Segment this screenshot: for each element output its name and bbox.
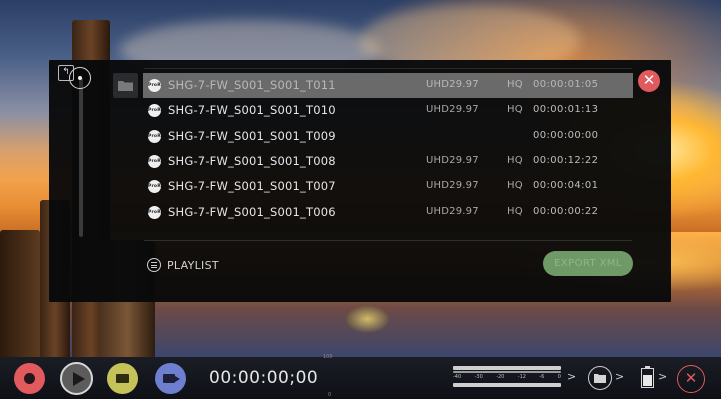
clip-name: SHG-7-FW_S001_S001_T007 <box>168 179 336 194</box>
chevron-right-icon: > <box>567 370 577 383</box>
folder-icon <box>118 81 133 91</box>
timecode-tick: 0 <box>328 392 332 398</box>
timecode-display[interactable]: 00:00:00;00 <box>209 368 318 388</box>
playlist-label: PLAYLIST <box>167 258 219 272</box>
clip-duration: 00:00:04:01 <box>533 180 599 192</box>
clip-format: UHD29.97 <box>426 180 479 192</box>
clip-row[interactable]: ProRes SHG-7-FW_S001_S001_T007 UHD29.97 HQ 0… <box>143 174 633 199</box>
meter-tick-label: -6 <box>539 374 545 380</box>
meter-tick-label: 0 <box>557 374 561 380</box>
clip-quality: HQ <box>507 154 523 166</box>
meter-tick-label: -30 <box>474 374 483 380</box>
audio-meter-divider <box>453 371 561 373</box>
clip-name: SHG-7-FW_S001_S001_T008 <box>168 153 336 168</box>
clip-quality: HQ <box>507 205 523 217</box>
playlist-icon <box>147 258 161 272</box>
camera-button[interactable] <box>155 363 186 394</box>
divider <box>144 240 632 241</box>
clip-format: UHD29.97 <box>426 79 479 90</box>
clip-format: UHD29.97 <box>426 104 479 116</box>
play-button[interactable] <box>60 362 93 395</box>
export-xml-button[interactable]: EXPORT XML <box>543 251 633 276</box>
clip-name: SHG-7-FW_S001_S001_T006 <box>168 204 336 219</box>
prores-icon: ProRes <box>148 154 161 168</box>
clip-row[interactable]: ProRes SHG-7-FW_S001_S001_T006 UHD29.97 HQ 0… <box>143 200 633 225</box>
meter-tick-label: -20 <box>496 374 505 380</box>
prores-icon: ProRes <box>148 79 161 92</box>
back-button[interactable]: ↰ <box>58 65 74 81</box>
clip-row[interactable]: ProRes SHG-7-FW_S001_S001_T010 UHD29.97 HQ 0… <box>143 98 633 123</box>
audio-meter-channel-1 <box>453 366 561 370</box>
monitor-mode-button[interactable] <box>107 363 138 394</box>
clip-name: SHG-7-FW_S001_S001_T011 <box>168 78 336 92</box>
prores-icon: ProRes <box>148 129 161 143</box>
record-button[interactable] <box>14 363 45 394</box>
clip-format: UHD29.97 <box>426 205 479 217</box>
meter-tick-label: -40 <box>453 374 462 380</box>
clip-row[interactable]: ProRes SHG-7-FW_S001_S001_T011 UHD29.97 HQ 0… <box>143 73 633 98</box>
list-scrollbar-track[interactable] <box>79 77 83 237</box>
prores-icon: ProRes <box>148 180 161 194</box>
audio-meter-channel-2 <box>453 383 561 387</box>
exit-button[interactable]: ✕ <box>677 365 705 393</box>
battery-icon[interactable] <box>641 366 654 388</box>
close-dialog-button[interactable]: ✕ <box>638 70 660 92</box>
folder-icon <box>594 374 606 383</box>
audio-meters[interactable]: -40 -30 -20 -12 -6 0 <box>453 366 561 388</box>
clip-duration: 00:00:00:00 <box>533 129 599 141</box>
chevron-right-icon: > <box>658 370 668 383</box>
clip-duration: 00:00:12:22 <box>533 154 599 166</box>
prores-icon: ProRes <box>148 104 161 118</box>
clip-duration: 00:00:01:05 <box>533 79 599 90</box>
timecode-tick: 100 <box>323 354 333 360</box>
meter-tick-label: -12 <box>517 374 526 380</box>
divider <box>144 68 632 69</box>
clip-row[interactable]: ProRes SHG-7-FW_S001_S001_T009 00:00:00:00 <box>143 124 633 149</box>
audio-meter-scale: -40 -30 -20 -12 -6 0 <box>453 374 561 380</box>
clip-duration: 00:00:00:22 <box>533 205 599 217</box>
clip-name: SHG-7-FW_S001_S001_T009 <box>168 128 336 143</box>
prores-icon: ProRes <box>148 205 161 219</box>
folder-tab[interactable] <box>113 73 138 98</box>
clip-quality: HQ <box>507 79 523 90</box>
clip-format: UHD29.97 <box>426 154 479 166</box>
clip-duration: 00:00:01:13 <box>533 104 599 116</box>
chevron-right-icon: > <box>615 370 625 383</box>
clip-quality: HQ <box>507 180 523 192</box>
clip-row[interactable]: ProRes SHG-7-FW_S001_S001_T008 UHD29.97 HQ 0… <box>143 149 633 174</box>
media-folder-button[interactable] <box>588 366 612 390</box>
clip-name: SHG-7-FW_S001_S001_T010 <box>168 103 336 118</box>
playlist-button[interactable]: PLAYLIST <box>147 256 219 274</box>
clip-quality: HQ <box>507 104 523 116</box>
